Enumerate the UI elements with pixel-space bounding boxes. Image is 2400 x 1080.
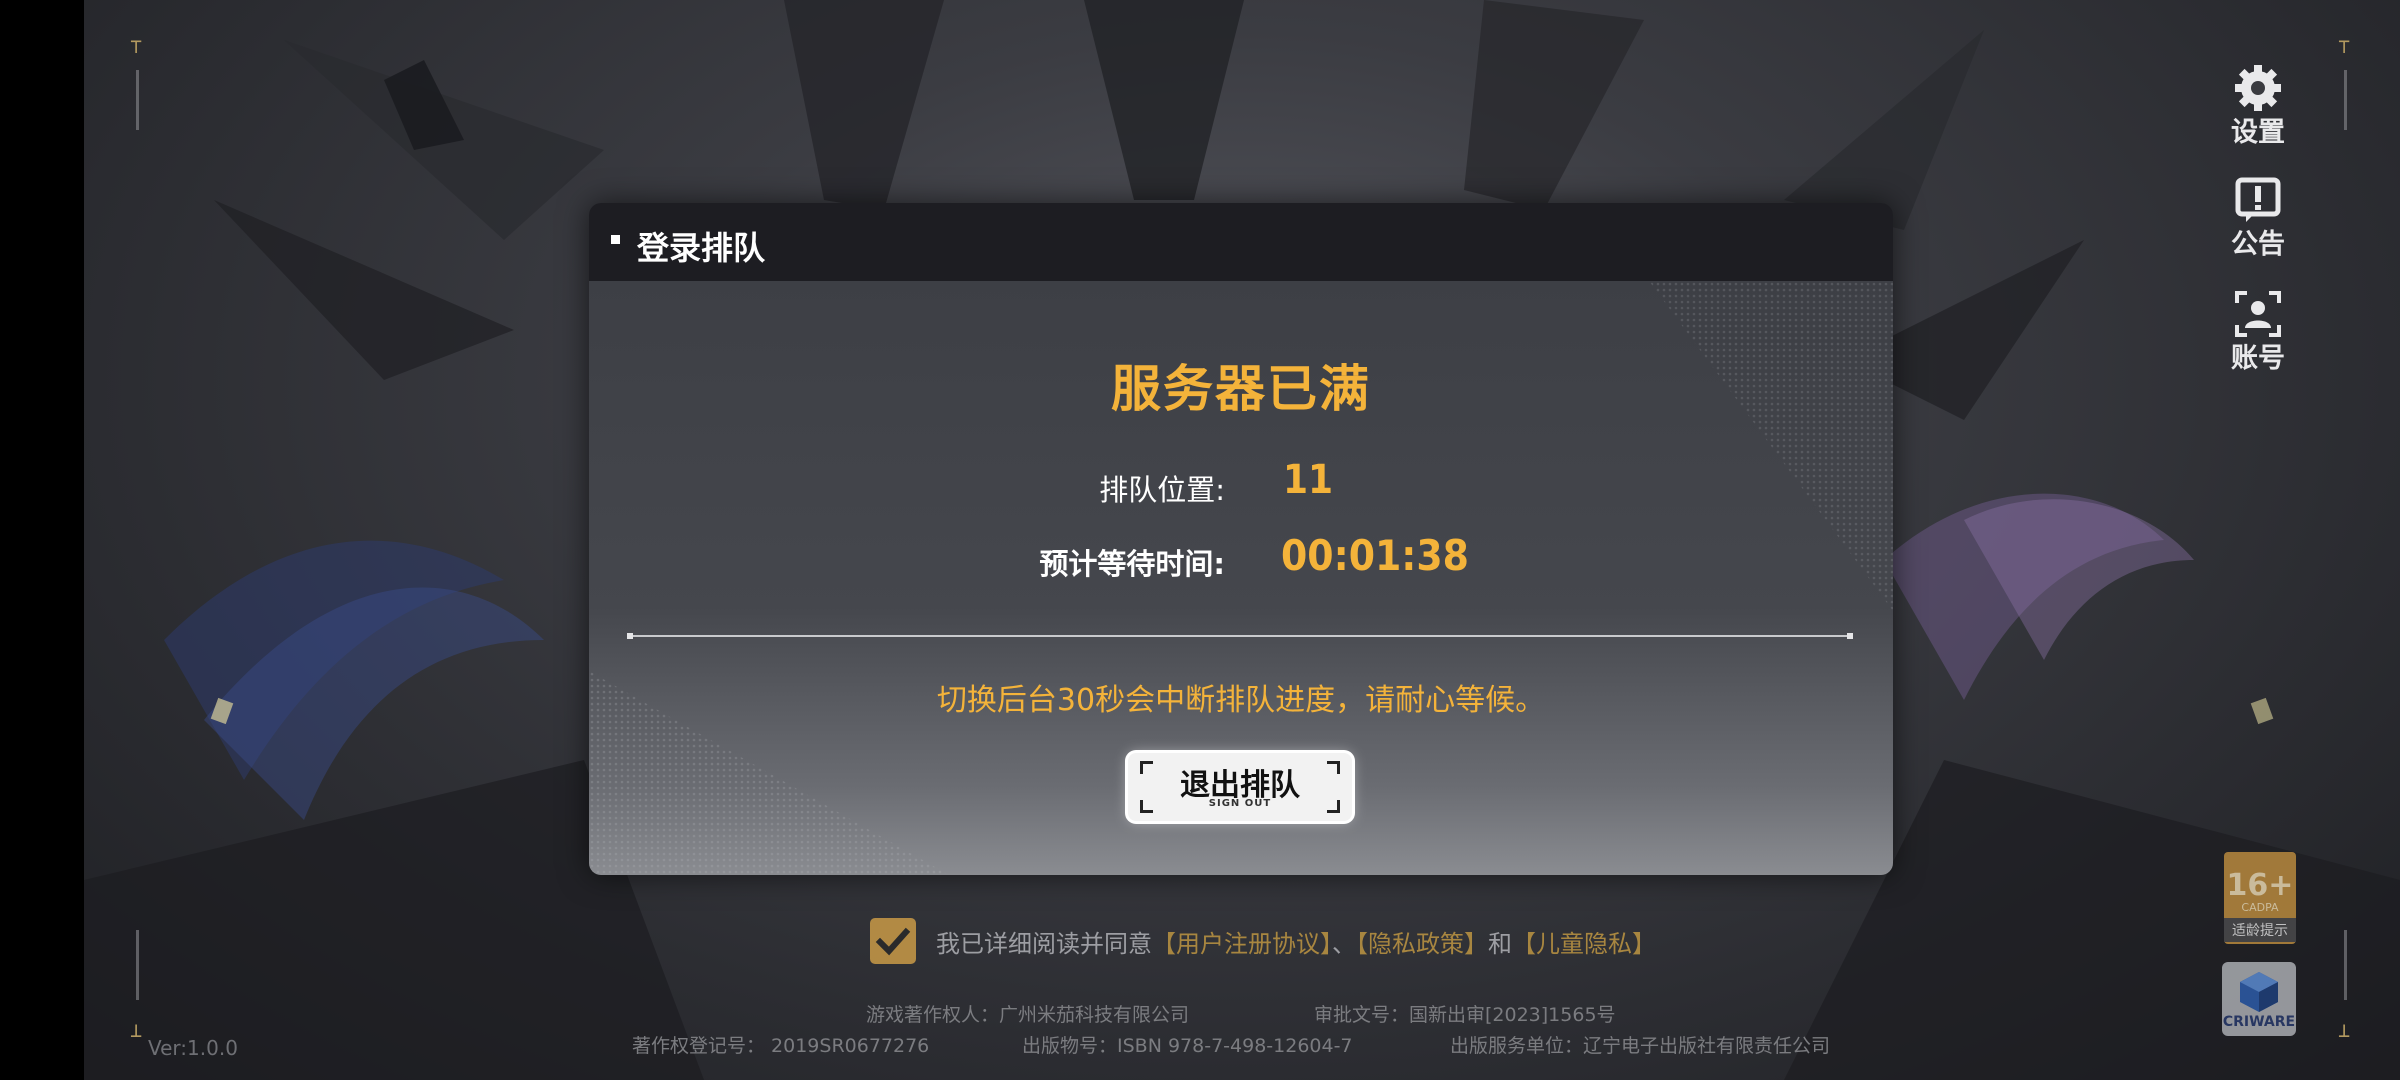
- agreement-text: 我已详细阅读并同意【用户注册协议】、【隐私政策】和【儿童隐私】: [936, 924, 1656, 959]
- exit-queue-button[interactable]: 退出排队 SIGN OUT: [1128, 753, 1352, 821]
- dialog-body: 服务器已满 排队位置: 11 预计等待时间: 00:01:38 切换后台30秒会…: [589, 281, 1893, 875]
- settings-button[interactable]: 设置: [2203, 62, 2313, 162]
- frame-line-tl: [136, 70, 139, 130]
- wait-time-value: 00:01:38: [1281, 531, 1469, 580]
- child-privacy-link[interactable]: 【儿童隐私】: [1512, 930, 1656, 958]
- frame-mark-tl: ⊤: [130, 34, 143, 58]
- dialog-title: 登录排队: [637, 229, 766, 267]
- frame-line-tr: [2344, 70, 2347, 130]
- frame-line-br: [2344, 930, 2347, 1000]
- account-label: 账号: [2231, 343, 2285, 374]
- agreement-checkbox[interactable]: [870, 918, 916, 964]
- background-warning-notice: 切换后台30秒会中断排队进度，请耐心等候。: [936, 683, 1546, 718]
- gear-icon: [2235, 65, 2281, 111]
- settings-label: 设置: [2231, 117, 2285, 148]
- approval-number: 审批文号：国新出审[2023]1565号: [1314, 1004, 1616, 1026]
- age-rating-label: 适龄提示: [2224, 918, 2296, 942]
- notice-button[interactable]: 公告: [2203, 174, 2313, 274]
- criware-text: CRIWARE: [2222, 1014, 2296, 1030]
- hatch-pattern-top: [1649, 281, 1893, 611]
- checkmark-icon: [875, 927, 911, 956]
- frame-line-bl: [136, 930, 139, 1000]
- notice-label: 公告: [2231, 229, 2285, 260]
- user-agreement-link[interactable]: 【用户注册协议】: [1152, 930, 1332, 958]
- dialog-header: 登录排队: [589, 203, 1893, 281]
- criware-logo: CRIWARE: [2222, 962, 2296, 1036]
- queue-position-value: 11: [1283, 457, 1334, 503]
- hatch-pattern-bottom: [589, 671, 949, 875]
- age-rating-number: 16+: [2226, 868, 2294, 903]
- notice-icon: [2235, 177, 2281, 222]
- left-black-bar: [0, 0, 84, 1080]
- header-dot: [611, 235, 620, 244]
- copyright-owner: 游戏著作权人：广州米茄科技有限公司: [866, 1004, 1190, 1026]
- copyright-registration: 著作权登记号： 2019SR0677276: [632, 1035, 930, 1057]
- publisher: 出版服务单位：辽宁电子出版社有限责任公司: [1450, 1035, 1831, 1057]
- divider: [627, 633, 1853, 639]
- frame-mark-tr: ⊤: [2338, 34, 2351, 58]
- age-rating-badge[interactable]: 16+ CADPA 适龄提示: [2224, 852, 2296, 944]
- isbn-number: 出版物号：ISBN 978-7-498-12604-7: [1022, 1035, 1353, 1057]
- wait-time-label: 预计等待时间:: [1039, 547, 1225, 581]
- criware-cube-icon: [2240, 972, 2278, 1012]
- version-label: Ver:1.0.0: [148, 1036, 238, 1060]
- exit-queue-sublabel: SIGN OUT: [1208, 798, 1272, 809]
- frame-mark-bl: ⊥: [130, 1018, 143, 1042]
- account-button[interactable]: 账号: [2203, 288, 2313, 388]
- privacy-policy-link[interactable]: 【隐私政策】: [1356, 930, 1488, 958]
- agreement-sep2: 和: [1488, 930, 1512, 958]
- server-full-heading: 服务器已满: [1111, 360, 1371, 418]
- agreement-sep1: 、: [1332, 930, 1356, 958]
- login-queue-dialog: 登录排队 服务器已满 排队位置: 11 预计等待时间: 00:01:38 切换后: [589, 203, 1893, 875]
- agreement-prefix: 我已详细阅读并同意: [936, 930, 1152, 958]
- account-icon: [2235, 291, 2281, 337]
- queue-position-label: 排队位置:: [1099, 473, 1225, 507]
- frame-mark-br: ⊥: [2338, 1018, 2351, 1042]
